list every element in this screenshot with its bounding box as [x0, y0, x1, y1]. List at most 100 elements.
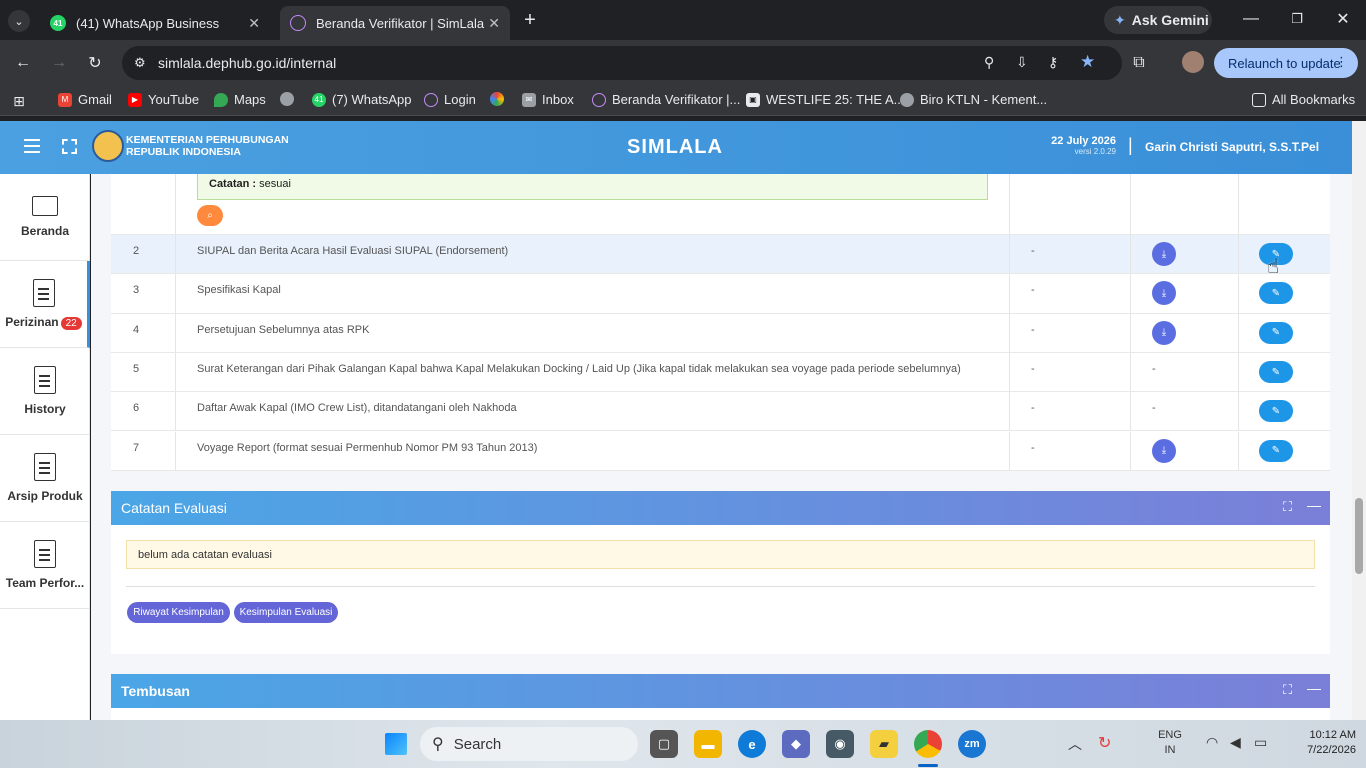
taskbar-search-label: Search [453, 735, 502, 753]
document-status: - [1031, 245, 1035, 258]
column-divider [175, 174, 176, 235]
relaunch-to-update-button[interactable]: Relaunch to update ⋮ [1214, 48, 1358, 78]
edit-button[interactable]: ✎ [1259, 400, 1293, 423]
bookmark-label: Inbox [542, 92, 574, 107]
all-bookmarks[interactable]: All Bookmarks [1252, 92, 1355, 107]
bookmark-globe[interactable] [280, 92, 300, 106]
download-button[interactable]: ⤓ [1152, 438, 1176, 463]
column-divider [1238, 313, 1239, 352]
riwayat-kesimpulan-button[interactable]: Riwayat Kesimpulan [127, 602, 230, 623]
mouse-cursor-icon: ☝ [1267, 256, 1280, 278]
note-value: sesuai [259, 178, 291, 190]
sidebar-item-arsip-produk[interactable]: Arsip Produk [0, 435, 90, 522]
fullscreen-icon[interactable] [62, 139, 77, 154]
tab-whatsapp[interactable]: 41 (41) WhatsApp Business ✕ [40, 6, 270, 40]
download-button[interactable]: ⤓ [1152, 242, 1176, 267]
profile-avatar[interactable] [1182, 51, 1204, 73]
download-icon: ⤓ [1161, 445, 1167, 457]
address-bar[interactable]: ⚙ simlala.dephub.go.id/internal ⚲ ⇩ ⚷ ★ [122, 46, 1122, 80]
apps-grid-icon[interactable]: ⊞ [10, 92, 28, 110]
volume-icon[interactable]: ◀ [1230, 734, 1241, 751]
more-menu-icon[interactable]: ⋮ [1335, 54, 1348, 70]
sidebar-item-beranda[interactable]: Beranda [0, 174, 90, 261]
bookmark-whatsapp[interactable]: 41 (7) WhatsApp [312, 92, 411, 107]
bookmark-label: Login [444, 92, 476, 107]
extensions-icon[interactable]: ⧉ [1128, 52, 1150, 74]
bookmarks-bar: ⊞ M Gmail ▶ YouTube Maps 41 (7) WhatsApp Lo… [0, 86, 1366, 116]
copilot-icon[interactable]: ◆ [782, 730, 810, 758]
language-indicator[interactable]: ENG IN [1150, 728, 1190, 758]
clock[interactable]: 10:12 AM 7/22/2026 [1280, 728, 1356, 758]
user-name[interactable]: Garin Christi Saputri, S.S.T.Pel [1145, 140, 1319, 154]
sidebar: Beranda Perizinan 22 History Arsip Produk… [0, 174, 90, 720]
bookmark-biro-ktln[interactable]: Biro KTLN - Kement... [900, 92, 1047, 107]
chrome-icon[interactable] [914, 730, 942, 758]
wifi-icon[interactable]: ◠ [1206, 734, 1218, 751]
document-icon [34, 366, 56, 394]
sticky-notes-icon[interactable]: ▰ [870, 730, 898, 758]
close-icon[interactable]: ✕ [488, 15, 500, 32]
battery-icon[interactable]: ▭ [1254, 734, 1267, 751]
edit-button[interactable]: ✎ [1259, 439, 1293, 462]
divider [126, 586, 1315, 587]
download-button[interactable]: ⤓ [1152, 281, 1176, 306]
bookmark-maps[interactable]: Maps [214, 92, 266, 107]
zoom-icon[interactable]: ⚲ [984, 54, 994, 71]
collapse-icon[interactable]: — [1307, 497, 1321, 513]
taskbar-search[interactable]: ⚲ Search [420, 727, 638, 761]
tab-search-chevron-icon[interactable]: ⌄ [8, 10, 30, 32]
whatsapp-icon: 41 [312, 92, 326, 107]
scrollbar-thumb[interactable] [1355, 498, 1363, 574]
search-note-button[interactable]: ⌕ [197, 205, 223, 226]
expand-icon[interactable]: ⛶ [1283, 499, 1292, 515]
bookmark-photos[interactable] [490, 92, 510, 106]
bookmark-star-icon[interactable]: ★ [1080, 52, 1095, 72]
new-tab-button[interactable]: + [518, 8, 542, 32]
ask-gemini-button[interactable]: ✦ Ask Gemini [1104, 6, 1212, 34]
download-button[interactable]: ⤓ [1152, 320, 1176, 345]
photos-icon [490, 92, 504, 106]
site-info-icon[interactable]: ⚙ [134, 55, 146, 71]
expand-icon[interactable]: ⛶ [1283, 682, 1292, 698]
sidebar-item-history[interactable]: History [0, 348, 90, 435]
sidebar-item-perizinan[interactable]: Perizinan 22 [0, 261, 90, 348]
back-icon[interactable]: ← [12, 52, 34, 74]
sidebar-item-team-performance[interactable]: Team Perfor... [0, 522, 90, 609]
sidebar-item-label: Arsip Produk [7, 489, 83, 503]
install-app-icon[interactable]: ⇩ [1016, 54, 1028, 71]
sync-icon[interactable]: ↻ [1098, 733, 1111, 753]
windows-start-icon[interactable] [382, 730, 410, 758]
task-view-icon[interactable]: ▢ [650, 730, 678, 758]
tray-chevron-icon[interactable]: ︿ [1068, 734, 1082, 754]
password-key-icon[interactable]: ⚷ [1048, 54, 1058, 71]
bookmark-westlife[interactable]: ▣ WESTLIFE 25: THE A... [746, 92, 904, 107]
column-divider [1238, 174, 1239, 235]
edit-button[interactable]: ✎ [1259, 282, 1293, 305]
bookmark-beranda-verifikator[interactable]: Beranda Verifikator |... [592, 92, 740, 107]
page-scrollbar[interactable] [1352, 121, 1366, 720]
search-icon: ⌕ [207, 210, 213, 221]
file-explorer-icon[interactable]: ▬ [694, 730, 722, 758]
edit-button[interactable]: ✎ [1259, 361, 1293, 384]
restore-icon[interactable]: ❐ [1286, 8, 1308, 30]
hamburger-menu-icon[interactable] [24, 139, 40, 141]
tab-simlala[interactable]: Beranda Verifikator | SimLala ✕ [280, 6, 510, 40]
zoom-app-icon[interactable]: zm [958, 730, 986, 758]
minimize-icon[interactable]: — [1240, 8, 1262, 30]
row-number: 6 [133, 402, 140, 415]
window-close-icon[interactable]: ✕ [1332, 8, 1354, 30]
collapse-icon[interactable]: — [1307, 680, 1321, 696]
bookmark-gmail[interactable]: M Gmail [58, 92, 112, 107]
close-icon[interactable]: ✕ [248, 15, 260, 32]
bookmark-youtube[interactable]: ▶ YouTube [128, 92, 199, 107]
forward-icon[interactable]: → [48, 52, 70, 74]
reload-icon[interactable]: ↻ [84, 52, 106, 74]
camera-icon[interactable]: ◉ [826, 730, 854, 758]
bookmark-inbox[interactable]: ✉ Inbox [522, 92, 574, 107]
edit-button[interactable]: ✎ [1259, 321, 1293, 344]
kesimpulan-evaluasi-button[interactable]: Kesimpulan Evaluasi [234, 602, 338, 623]
bookmark-login[interactable]: Login [424, 92, 476, 107]
sidebar-item-label: Perizinan [5, 315, 59, 329]
active-app-indicator [918, 764, 938, 767]
edge-icon[interactable]: e [738, 730, 766, 758]
